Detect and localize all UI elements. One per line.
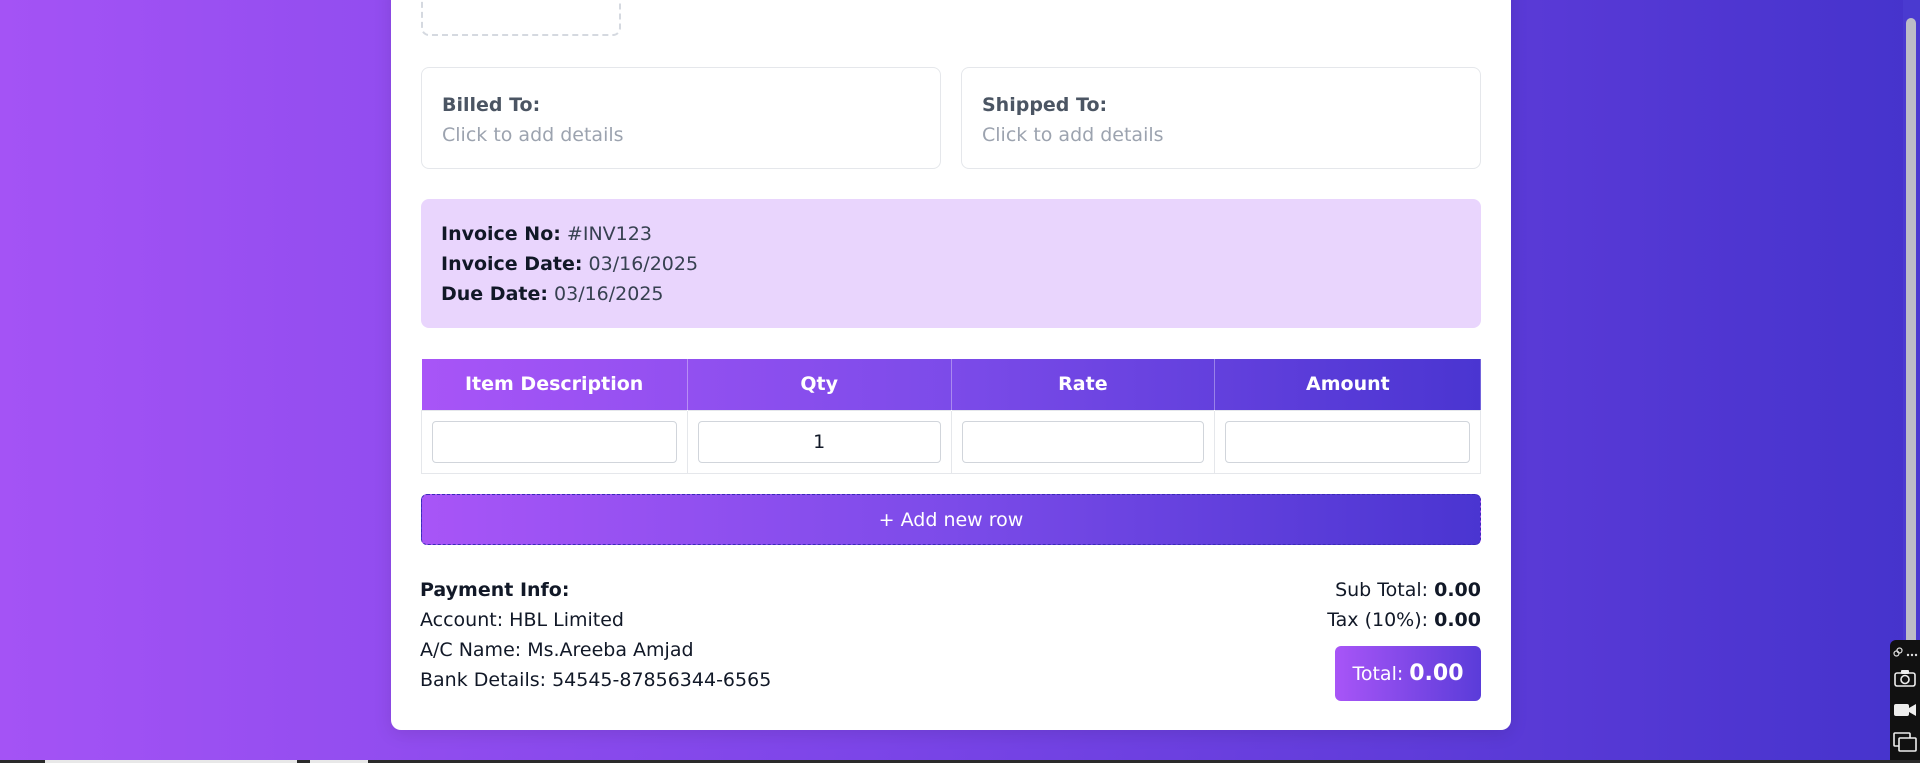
description-input[interactable]	[432, 420, 677, 463]
items-table: Item Description Qty Rate Amount	[421, 359, 1481, 474]
shipped-to-title: Shipped To:	[982, 94, 1108, 116]
qty-input[interactable]	[697, 420, 941, 463]
invoice-number-line: Invoice No: #INV123	[441, 219, 1461, 249]
invoice-number-value[interactable]: #INV123	[567, 223, 652, 245]
tax-label: Tax (10%):	[1327, 609, 1429, 631]
amount-cell	[1214, 409, 1481, 474]
totals-section: Sub Total: 0.00 Tax (10%): 0.00	[1327, 575, 1481, 635]
total-label: Total:	[1352, 662, 1404, 685]
payment-bank-details[interactable]: Bank Details: 54545-87856344-6565	[420, 665, 771, 695]
due-date-label: Due Date:	[441, 283, 548, 305]
rate-cell	[950, 409, 1216, 474]
payment-account[interactable]: Account: HBL Limited	[420, 605, 771, 635]
rate-input[interactable]	[961, 420, 1205, 463]
invoice-date-line: Invoice Date: 03/16/2025	[441, 249, 1461, 279]
logo-upload-area[interactable]	[421, 0, 621, 36]
total-value: 0.00	[1409, 661, 1464, 686]
invoice-number-label: Invoice No:	[441, 223, 561, 245]
table-row	[421, 409, 1481, 474]
qty-cell	[686, 409, 952, 474]
sub-total-label: Sub Total:	[1335, 579, 1429, 601]
link-icon[interactable]	[1892, 642, 1903, 661]
video-icon[interactable]	[1893, 698, 1917, 722]
camera-icon[interactable]	[1893, 666, 1917, 690]
invoice-date-label: Invoice Date:	[441, 253, 583, 275]
billed-to-title: Billed To:	[442, 94, 541, 116]
payment-ac-name[interactable]: A/C Name: Ms.Areeba Amjad	[420, 635, 771, 665]
sub-total-line: Sub Total: 0.00	[1327, 575, 1481, 605]
tax-value: 0.00	[1434, 609, 1481, 631]
capture-toolbar	[1890, 640, 1920, 763]
invoice-info-box: Invoice No: #INV123 Invoice Date: 03/16/…	[421, 199, 1481, 328]
more-icon[interactable]	[1906, 642, 1918, 661]
due-date-line: Due Date: 03/16/2025	[441, 279, 1461, 309]
description-cell	[421, 409, 688, 474]
shipped-to-placeholder[interactable]: Click to add details	[982, 120, 1460, 150]
scrollbar-thumb[interactable]	[1906, 18, 1916, 748]
add-row-button[interactable]: + Add new row	[421, 494, 1481, 545]
table-header-row: Item Description Qty Rate Amount	[421, 359, 1481, 410]
invoice-date-value[interactable]: 03/16/2025	[589, 253, 699, 275]
total-badge: Total: 0.00	[1335, 646, 1481, 701]
shipped-to-box[interactable]: Shipped To: Click to add details	[961, 67, 1481, 169]
header-item-description: Item Description	[421, 359, 688, 410]
tax-line: Tax (10%): 0.00	[1327, 605, 1481, 635]
sub-total-value: 0.00	[1434, 579, 1481, 601]
billed-to-placeholder[interactable]: Click to add details	[442, 120, 920, 150]
windows-icon[interactable]	[1893, 730, 1917, 754]
header-rate: Rate	[951, 359, 1216, 410]
payment-info: Payment Info: Account: HBL Limited A/C N…	[420, 575, 771, 695]
due-date-value[interactable]: 03/16/2025	[554, 283, 664, 305]
billed-to-box[interactable]: Billed To: Click to add details	[421, 67, 941, 169]
toolbar-top-controls	[1892, 642, 1918, 661]
header-amount: Amount	[1306, 373, 1390, 396]
payment-info-title: Payment Info:	[420, 579, 570, 601]
header-qty: Qty	[687, 359, 952, 410]
amount-input[interactable]	[1225, 420, 1470, 463]
